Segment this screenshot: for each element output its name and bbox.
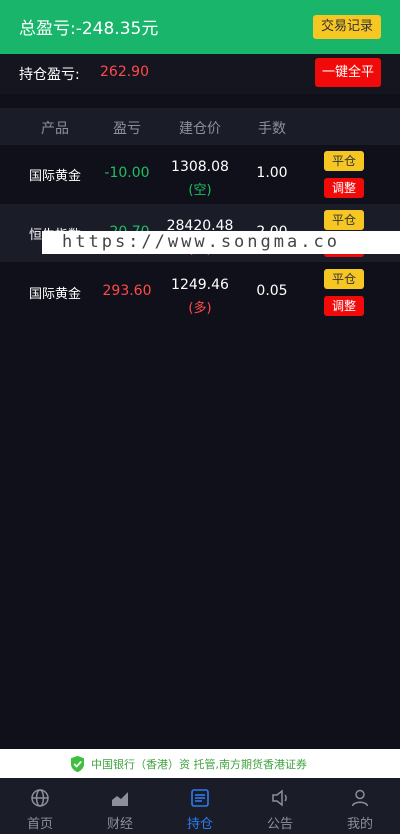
lots: 0.05	[256, 283, 288, 299]
tab-positions-label: 持仓	[186, 817, 213, 832]
close-position-button[interactable]: 平仓	[324, 151, 364, 171]
user-icon	[351, 789, 369, 807]
column-open-price: 建仓价	[179, 121, 221, 137]
table-row: 国际黄金 -10.00 1308.08 (空) 1.00 平仓 调整	[0, 145, 400, 203]
holding-pnl-label: 持仓盈亏:	[19, 67, 80, 83]
speaker-icon	[272, 789, 287, 807]
top-bar: 总盈亏:-248.35元 交易记录	[0, 0, 400, 54]
open-price: 1249.46	[171, 277, 229, 293]
holding-summary: 持仓盈亏: 262.90 一键全平	[0, 54, 400, 94]
position-pnl: -10.00	[104, 165, 150, 181]
close-position-button[interactable]: 平仓	[324, 210, 364, 230]
globe-icon	[31, 789, 49, 807]
holding-pnl-value: 262.90	[100, 64, 149, 80]
table-row: 国际黄金 293.60 1249.46 (多) 0.05 平仓 调整	[0, 263, 400, 321]
tab-profile[interactable]: 我的	[320, 778, 400, 834]
tab-positions[interactable]: 持仓	[160, 778, 240, 834]
custody-text: 中国银行（香港）资 托管,南方期货香港证券	[91, 758, 307, 771]
adjust-button[interactable]: 调整	[324, 178, 364, 198]
chart-icon	[112, 792, 128, 806]
tab-profile-label: 我的	[346, 817, 373, 832]
adjust-button[interactable]: 调整	[324, 296, 364, 316]
total-pnl: 总盈亏:-248.35元	[19, 19, 159, 39]
column-pnl: 盈亏	[113, 121, 141, 137]
spacer	[0, 94, 400, 108]
tab-finance-label: 财经	[106, 817, 133, 832]
table-header: 产品 盈亏 建仓价 手数	[0, 108, 400, 145]
tab-announcements[interactable]: 公告	[240, 778, 320, 834]
tab-announcements-label: 公告	[266, 817, 293, 832]
trade-records-button[interactable]: 交易记录	[312, 15, 381, 39]
open-price: 1308.08	[171, 159, 229, 175]
tab-home[interactable]: 首页	[0, 778, 80, 834]
position-pnl: 293.60	[102, 283, 152, 299]
lots: 1.00	[256, 165, 288, 181]
position-icon	[191, 789, 209, 807]
close-all-button[interactable]: 一键全平	[315, 58, 381, 87]
direction: (多)	[188, 301, 212, 316]
custody-notice: 中国银行（香港）资 托管,南方期货香港证券	[0, 749, 400, 778]
tab-finance[interactable]: 财经	[80, 778, 160, 834]
bottom-tab-bar: 首页 财经 持仓 公告 我的	[0, 778, 400, 834]
column-product: 产品	[41, 121, 69, 137]
close-position-button[interactable]: 平仓	[324, 269, 364, 289]
direction: (空)	[188, 183, 212, 198]
tab-home-label: 首页	[26, 817, 53, 832]
watermark-banner: https://www.songma.co	[42, 231, 400, 254]
shield-check-icon	[70, 755, 85, 773]
column-lots: 手数	[258, 121, 286, 137]
